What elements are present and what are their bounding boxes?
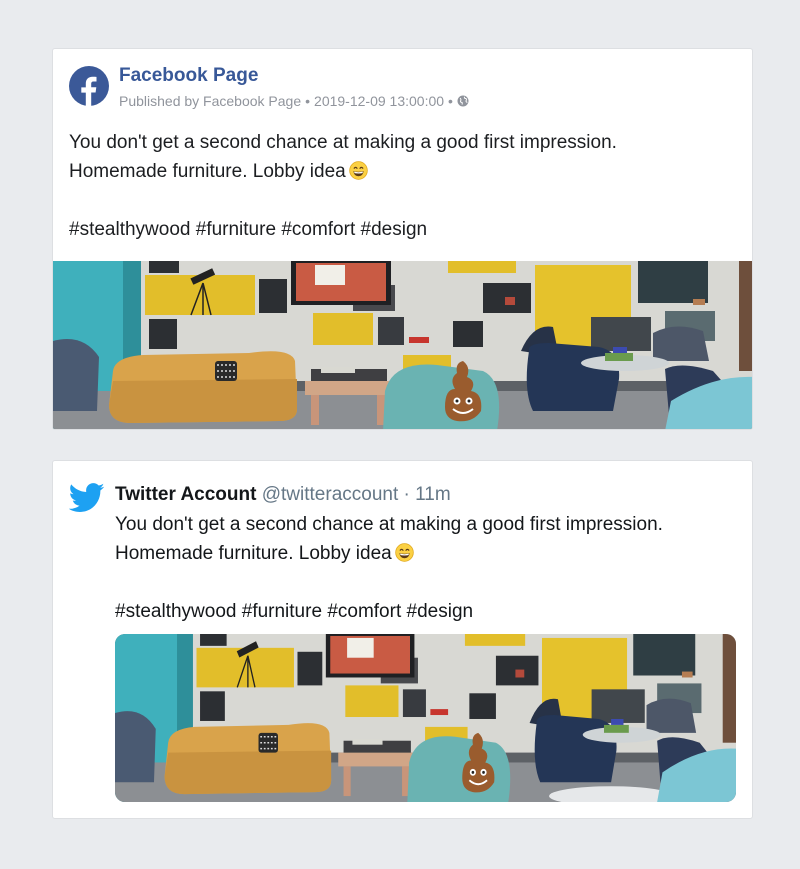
meta-bullet: • xyxy=(448,93,453,109)
facebook-logo-icon[interactable] xyxy=(69,66,109,106)
post-meta: Published by Facebook Page • 2019-12-09 … xyxy=(119,93,469,109)
hashtag-link[interactable]: #comfort xyxy=(281,219,355,240)
post-text: You don't get a second chance at making … xyxy=(69,128,736,244)
post-photo[interactable] xyxy=(53,261,752,429)
tweet-photo[interactable] xyxy=(115,634,736,802)
twitter-post-card: Twitter Account @twitteraccount · 11m Yo… xyxy=(52,460,753,819)
post-timestamp[interactable]: 2019-12-09 13:00:00 xyxy=(314,93,444,109)
tweet-time[interactable]: 11m xyxy=(415,484,451,505)
grinning-face-emoji-icon xyxy=(349,161,368,180)
grinning-face-emoji-icon xyxy=(395,543,414,562)
hashtag-link[interactable]: #design xyxy=(407,601,474,622)
hashtag-line: #stealthywood #furniture #comfort #desig… xyxy=(115,597,736,626)
hashtag-link[interactable]: #design xyxy=(361,219,428,240)
published-by-label: Published by Facebook Page xyxy=(119,93,302,109)
post-text-line-content: Homemade furniture. Lobby idea xyxy=(69,161,346,182)
hashtag-link[interactable]: #furniture xyxy=(196,219,276,240)
meta-bullet: • xyxy=(305,93,311,109)
hashtag-link[interactable]: #comfort xyxy=(327,601,401,622)
globe-icon[interactable] xyxy=(457,95,469,107)
facebook-page-name[interactable]: Facebook Page xyxy=(119,65,258,87)
hashtag-link[interactable]: #stealthywood xyxy=(69,219,190,240)
post-text-line: You don't get a second chance at making … xyxy=(69,132,617,153)
account-name[interactable]: Twitter Account xyxy=(115,484,256,505)
header-separator: · xyxy=(403,484,410,505)
tweet-text: You don't get a second chance at making … xyxy=(115,510,736,626)
tweet-text-line: You don't get a second chance at making … xyxy=(115,514,663,535)
tweet-text-line: Homemade furniture. Lobby idea xyxy=(115,539,736,568)
hashtag-link[interactable]: #stealthywood xyxy=(115,601,236,622)
account-handle[interactable]: @twitteraccount xyxy=(262,484,399,505)
tweet-text-line-content: Homemade furniture. Lobby idea xyxy=(115,543,392,564)
facebook-post-card: Facebook Page Published by Facebook Page… xyxy=(52,48,753,430)
hashtag-link[interactable]: #furniture xyxy=(242,601,322,622)
tweet-header: Twitter Account @twitteraccount · 11m xyxy=(115,484,451,506)
twitter-bird-icon[interactable] xyxy=(69,483,105,513)
post-text-line: Homemade furniture. Lobby idea xyxy=(69,157,736,186)
hashtag-line: #stealthywood #furniture #comfort #desig… xyxy=(69,215,736,244)
